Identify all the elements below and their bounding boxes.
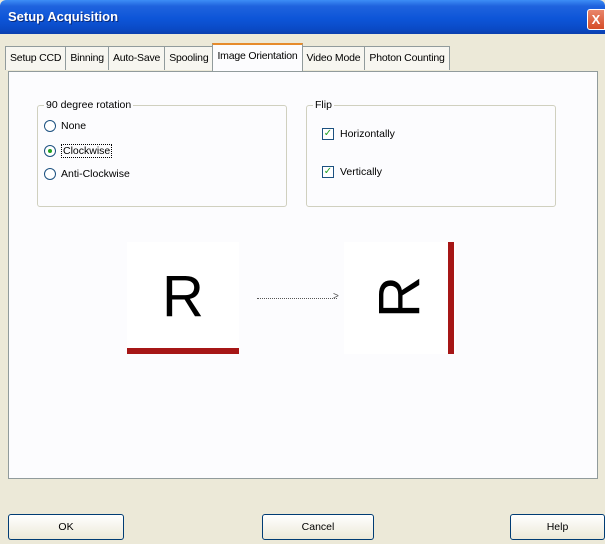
flip-legend: Flip	[313, 99, 334, 111]
rotation-legend: 90 degree rotation	[44, 99, 134, 111]
setup-acquisition-window: Setup Acquisition X Setup CCD Binning Au…	[0, 0, 605, 544]
window-title: Setup Acquisition	[8, 9, 119, 24]
transform-arrow-line	[257, 298, 337, 299]
flip-vertical-label: Vertically	[340, 166, 383, 178]
result-letter: R	[367, 276, 432, 318]
result-right-edge	[448, 242, 454, 354]
rotation-anticlockwise-radio[interactable]	[44, 168, 56, 180]
tab-setup-ccd[interactable]: Setup CCD	[5, 46, 67, 70]
cancel-button[interactable]: Cancel	[262, 514, 374, 540]
tab-image-orientation[interactable]: Image Orientation	[212, 43, 303, 71]
rotation-none-option[interactable]: None	[44, 120, 86, 132]
source-bottom-edge	[127, 348, 239, 354]
rotation-none-radio[interactable]	[44, 120, 56, 132]
rotation-clockwise-label: Clockwise	[61, 144, 113, 158]
tab-auto-save[interactable]: Auto-Save	[107, 46, 166, 70]
source-letter: R	[162, 264, 204, 329]
rotation-clockwise-radio[interactable]	[44, 145, 56, 157]
transform-arrow-icon: >	[333, 291, 339, 302]
image-orientation-panel: 90 degree rotation None Clockwise Anti-C…	[8, 71, 598, 479]
rotation-none-label: None	[61, 120, 87, 132]
rotation-clockwise-option[interactable]: Clockwise	[44, 144, 113, 158]
tab-strip: Setup CCD Binning Auto-Save Spooling Ima…	[5, 40, 450, 72]
help-button[interactable]: Help	[510, 514, 605, 540]
close-icon: X	[591, 12, 601, 27]
flip-horizontal-option[interactable]: ✓ Horizontally	[322, 128, 395, 140]
flip-horizontal-label: Horizontally	[340, 128, 395, 140]
flip-group: Flip ✓ Horizontally ✓ Vertically	[306, 99, 556, 207]
rotation-anticlockwise-label: Anti-Clockwise	[61, 168, 130, 180]
flip-vertical-option[interactable]: ✓ Vertically	[322, 166, 382, 178]
flip-horizontal-checkbox[interactable]: ✓	[322, 128, 334, 140]
close-button[interactable]: X	[587, 9, 605, 30]
title-bar: Setup Acquisition X	[0, 0, 605, 34]
tab-binning[interactable]: Binning	[65, 46, 109, 70]
ok-button[interactable]: OK	[8, 514, 124, 540]
tab-video-mode[interactable]: Video Mode	[301, 46, 366, 70]
source-preview: R	[127, 242, 239, 354]
tab-spooling[interactable]: Spooling	[164, 46, 214, 70]
tab-photon-counting[interactable]: Photon Counting	[364, 46, 450, 70]
result-preview: R	[344, 242, 456, 354]
rotation-group: 90 degree rotation None Clockwise Anti-C…	[37, 99, 287, 207]
flip-vertical-checkbox[interactable]: ✓	[322, 166, 334, 178]
rotation-anticlockwise-option[interactable]: Anti-Clockwise	[44, 168, 130, 180]
